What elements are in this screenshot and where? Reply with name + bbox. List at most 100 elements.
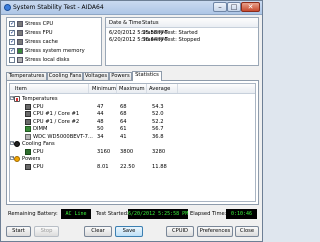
- tab-powers[interactable]: Powers: [109, 72, 132, 80]
- stress-cache-checkbox[interactable]: ✓: [9, 39, 15, 45]
- elapsed-time-value: 0:10:46: [226, 209, 257, 219]
- clear-button[interactable]: Clear: [84, 226, 112, 237]
- save-button[interactable]: Save: [115, 226, 143, 237]
- row-maximum: 64: [120, 118, 127, 125]
- section-row-cooling-fans[interactable]: − Cooling Fans: [10, 140, 255, 148]
- tab-voltages[interactable]: Voltages: [83, 72, 109, 80]
- event-log-list[interactable]: Date & Time Status 6/20/2012 5:25:58 PM …: [105, 17, 259, 66]
- cpuid-button[interactable]: CPUID: [166, 226, 194, 237]
- stress-disks-checkbox[interactable]: [9, 57, 15, 63]
- row-item: CPU #1 / Core #2: [33, 118, 80, 125]
- remaining-battery-label: Remaining Battery:: [8, 211, 58, 217]
- table-row[interactable]: CPU 47 68 54.3: [10, 103, 255, 111]
- row-item: CPU #1 / Core #1: [33, 111, 80, 117]
- elapsed-time-label: Elapsed Time:: [190, 211, 227, 217]
- cpu-chip-icon: [25, 163, 31, 170]
- stress-fpu-checkbox[interactable]: ✓: [9, 30, 15, 36]
- statistics-table[interactable]: Item Minimum Maximum Average − Temperatu…: [9, 83, 256, 202]
- button-bar: Start Stop Clear Save CPUID Preferences …: [6, 226, 259, 238]
- start-button[interactable]: Start: [6, 226, 31, 237]
- log-header: Date & Time Status: [106, 18, 258, 28]
- row-minimum: 47: [97, 103, 104, 110]
- section-label: Temperatures: [22, 96, 58, 102]
- stress-options-panel: ✓ Stress CPU ✓ Stress FPU ✓ Stress cache…: [6, 17, 102, 66]
- section-label: Powers: [22, 156, 41, 162]
- table-row[interactable]: CPU #1 / Core #2 48 64 52.2: [10, 118, 255, 126]
- aida64-stability-window: System Stability Test - AIDA64 – □ ✕ ✓ S…: [0, 0, 263, 242]
- row-minimum: 34: [97, 133, 104, 140]
- row-item: DIMM: [33, 126, 48, 132]
- stress-cache-label: Stress cache: [25, 38, 58, 45]
- motherboard-icon: [25, 148, 31, 155]
- row-average: 36.8: [152, 133, 164, 140]
- row-average: 52.2: [152, 118, 164, 125]
- log-header-status[interactable]: Status: [142, 20, 159, 26]
- table-row[interactable]: WDC WD5000BEVT-7... 34 41 36.8: [10, 133, 255, 141]
- header-item[interactable]: Item: [15, 86, 27, 92]
- row-minimum: 48: [97, 118, 104, 125]
- stop-button[interactable]: Stop: [34, 226, 59, 237]
- row-average: 3280: [152, 148, 166, 155]
- row-average: 56.7: [152, 126, 164, 132]
- cpu-core-icon: [25, 111, 31, 117]
- minimize-button[interactable]: –: [213, 2, 227, 12]
- log-row[interactable]: 6/20/2012 5:36:44 PM Stability Test: Sto…: [106, 35, 258, 43]
- stress-cpu-label: Stress CPU: [25, 20, 54, 27]
- row-minimum: 8.01: [97, 163, 109, 170]
- column-divider: [88, 84, 89, 93]
- log-row[interactable]: 6/20/2012 5:25:58 PM Stability Test: Sta…: [106, 28, 258, 36]
- status-bar: Remaining Battery: AC Line Test Started:…: [6, 208, 259, 221]
- hard-disk-icon: [25, 133, 31, 140]
- row-maximum: 68: [120, 111, 127, 117]
- log-header-datetime[interactable]: Date & Time: [109, 20, 141, 26]
- memory-icon: [17, 48, 23, 54]
- thermometer-icon: [14, 96, 20, 102]
- cpu-chip-icon: [17, 21, 23, 27]
- statistics-panel: Item Minimum Maximum Average − Temperatu…: [6, 80, 259, 205]
- row-minimum: 3160: [97, 148, 111, 155]
- section-row-powers[interactable]: − Powers: [10, 155, 255, 163]
- stress-memory-checkbox[interactable]: ✓: [9, 48, 15, 54]
- preferences-button[interactable]: Preferences: [197, 226, 233, 237]
- tab-cooling-fans[interactable]: Cooling Fans: [47, 72, 83, 80]
- log-row-status: Stability Test: Stopped: [142, 37, 201, 43]
- header-maximum[interactable]: Maximum: [119, 86, 145, 92]
- header-average[interactable]: Average: [149, 86, 170, 92]
- row-maximum: 41: [120, 133, 127, 140]
- row-maximum: 3800: [120, 148, 134, 155]
- row-item: WDC WD5000BEVT-7...: [33, 133, 93, 140]
- table-row[interactable]: CPU 3160 3800 3280: [10, 148, 255, 156]
- column-divider: [116, 84, 117, 93]
- statistics-header: Item Minimum Maximum Average: [10, 84, 255, 94]
- row-item: CPU: [33, 148, 44, 155]
- window-title: System Stability Test - AIDA64: [13, 4, 104, 11]
- section-label: Cooling Fans: [22, 141, 55, 147]
- stress-memory-label: Stress system memory: [25, 47, 85, 54]
- cpu-chip-icon: [25, 103, 31, 110]
- table-row[interactable]: DIMM 50 61 56.7: [10, 125, 255, 133]
- tab-temperatures[interactable]: Temperatures: [6, 72, 47, 80]
- row-maximum: 22.50: [120, 163, 135, 170]
- fpu-chip-icon: [17, 30, 23, 36]
- dimm-icon: [25, 126, 31, 132]
- row-minimum: 44: [97, 111, 104, 117]
- title-bar[interactable]: System Stability Test - AIDA64 – □ ✕: [1, 1, 262, 15]
- row-item: CPU: [33, 103, 44, 110]
- table-row[interactable]: CPU 8.01 22.50 11.88: [10, 163, 255, 171]
- tab-statistics[interactable]: Statistics: [132, 71, 162, 81]
- column-divider: [177, 84, 178, 93]
- aida64-app-icon: [4, 4, 11, 11]
- section-row-temperatures[interactable]: − Temperatures: [10, 95, 255, 103]
- stress-cpu-checkbox[interactable]: ✓: [9, 21, 15, 27]
- fan-icon: [14, 141, 20, 147]
- table-row[interactable]: CPU #1 / Core #1 44 68 52.0: [10, 110, 255, 118]
- header-minimum[interactable]: Minimum: [92, 86, 116, 92]
- close-window-button[interactable]: ✕: [241, 2, 260, 12]
- row-minimum: 50: [97, 126, 104, 132]
- test-started-label: Test Started:: [96, 211, 129, 217]
- cache-chip-icon: [17, 39, 23, 45]
- test-started-value: 6/20/2012 5:25:58 PM: [128, 209, 189, 219]
- row-average: 54.3: [152, 103, 164, 110]
- maximize-button[interactable]: □: [227, 2, 241, 12]
- close-button[interactable]: Close: [235, 226, 259, 237]
